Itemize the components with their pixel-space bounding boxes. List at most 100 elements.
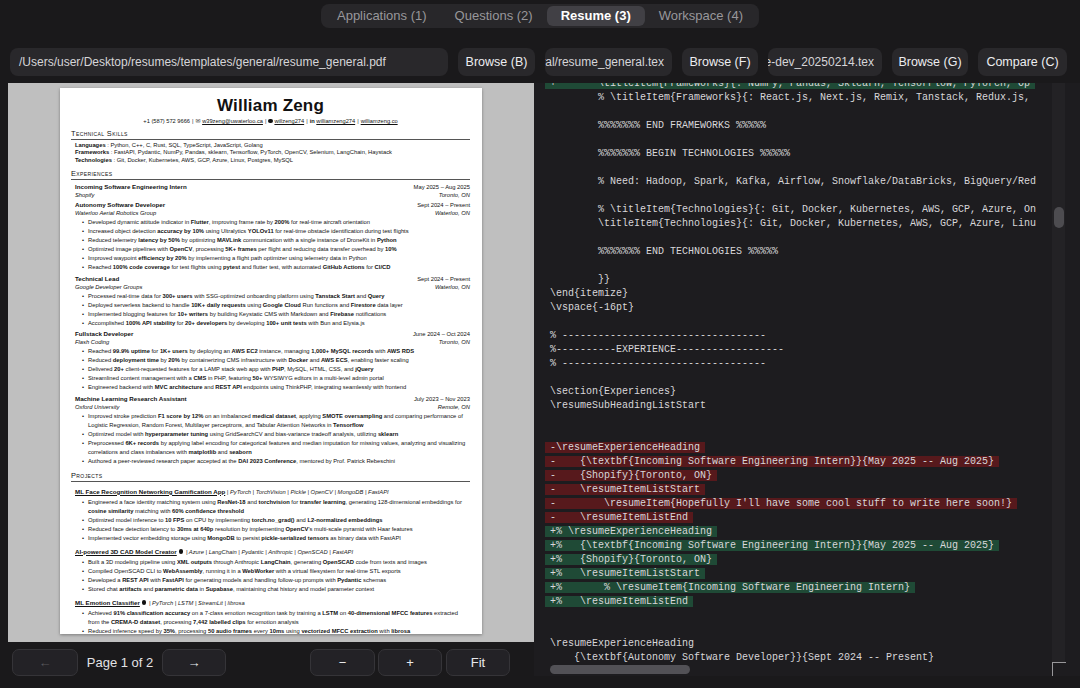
code-line: + \titleItem{Frameworks}{: NumPy, Pandas… — [534, 83, 1036, 91]
zoom-in-button[interactable]: + — [378, 649, 442, 676]
tex-path-input[interactable]: eral/resume_general.tex — [545, 48, 672, 76]
bullet-item: Implemented vector embedding storage usi… — [88, 534, 470, 543]
entry-org: Google Developer Groups — [75, 283, 142, 291]
horizontal-scrollbar[interactable] — [534, 663, 1052, 676]
diff-added-line: +% \resumeExperienceHeading — [545, 526, 717, 537]
code-line: +% {\textbf{Incoming Software Engineerin… — [534, 539, 1036, 553]
code-line: % ---------------------------------- — [534, 329, 1036, 343]
pdf-viewer-pane[interactable]: William Zeng+1 (587) 572 9666|✉ w39zeng@… — [8, 83, 534, 642]
code-line: % \titleItem{Technologies}{: Git, Docker… — [534, 203, 1036, 217]
diff-added-line: +% % \resumeItem{Incoming Software Engin… — [545, 582, 915, 593]
code-editor-pane[interactable]: + \titleItem{Frameworks}{: NumPy, Pandas… — [534, 83, 1080, 676]
code-line: +% \resumeItemListEnd — [534, 595, 1036, 609]
linkedin-icon: in — [310, 118, 315, 124]
code-line — [534, 609, 1036, 623]
tab-applications-1-[interactable]: Applications (1) — [323, 6, 441, 26]
github-icon — [268, 119, 273, 124]
code-line: +% \resumeExperienceHeading — [534, 525, 1036, 539]
entry-location: Remote, ON — [438, 403, 470, 411]
bullet-item: Increased object detection accuracy by 1… — [88, 227, 470, 236]
entry-location: Waterloo, ON — [435, 283, 470, 291]
section-title-experiences: Experiences — [71, 169, 470, 180]
code-line — [534, 413, 1036, 427]
resume-page: William Zeng+1 (587) 572 9666|✉ w39zeng@… — [60, 88, 482, 634]
bullet-item: Reduced deployment time by 20% by contai… — [88, 356, 470, 365]
code-line: +% % \resumeItem{Incoming Software Engin… — [534, 581, 1036, 595]
tab-resume-3-[interactable]: Resume (3) — [547, 6, 645, 26]
code-line: }} — [534, 273, 1036, 287]
bullet-item: Built a 3D modeling pipeline using XML o… — [88, 558, 470, 567]
project-name[interactable]: ML Emotion Classifier — [75, 599, 140, 606]
code-line — [534, 371, 1036, 385]
project-tech: | PyTorch | LSTM | StreamLit | librosa — [147, 600, 244, 606]
bullet-item: Streamlined content management with a CM… — [88, 374, 470, 383]
contact-text: +1 (587) 572 9666 — [143, 118, 190, 124]
bullet-item: Reached 100% code coverage for test flig… — [88, 263, 470, 272]
bullet-item: Authored a peer-reviewed research paper … — [88, 457, 470, 466]
diff-removed-line: - \resumeItem{Hopefully I'll have some c… — [545, 498, 1017, 509]
entry-bullets: Processed real-time data for 300+ users … — [75, 292, 470, 328]
experience-entry: Technical Lead Sept 2024 – Present Google … — [75, 275, 470, 328]
entry-subheading: Oxford UniversityRemote, ON — [75, 403, 470, 411]
project-heading: ML Emotion Classifier | PyTorch | LSTM |… — [75, 595, 470, 608]
fit-button[interactable]: Fit — [446, 649, 510, 676]
contact-link[interactable]: williamzeng.co — [361, 118, 398, 124]
bullet-item: Engineered backend with MVC architecture… — [88, 383, 470, 392]
experience-entry: Fullstack DeveloperJune 2024 – Oct 2024F… — [75, 330, 470, 392]
browse-tex-button[interactable]: Browse (F) — [682, 48, 758, 76]
scrollbar-corner — [1052, 662, 1066, 676]
bullet-item: Accomplished 100% API stability for 20+ … — [88, 319, 470, 328]
bullet-item: Preprocessed 6K+ records by applying lab… — [88, 439, 470, 457]
page-indicator: Page 1 of 2 — [81, 649, 159, 676]
code-line: \resumeSubHeadingListStart — [534, 399, 1036, 413]
contact-link[interactable]: willzeng274 — [274, 118, 304, 124]
section-title-technical-skills: Technical Skills — [71, 129, 470, 140]
code-line: \end{itemize} — [534, 287, 1036, 301]
pdf-path-input[interactable]: /Users/user/Desktop/resumes/templates/ge… — [10, 48, 448, 76]
code-line: %----------EXPERIENCE------------------ — [534, 343, 1036, 357]
entry-subheading: Waterloo Aerial Robotics GroupWaterloo, … — [75, 209, 470, 217]
code-line: +% {Shopify}{Toronto, ON} — [534, 553, 1036, 567]
browse-pdf-button[interactable]: Browse (B) — [458, 48, 535, 76]
browse-compare-button[interactable]: Browse (G) — [892, 48, 968, 76]
vertical-scrollbar-thumb[interactable] — [1054, 207, 1064, 228]
compare-path-input[interactable]: ence-dev_20250214.tex — [768, 48, 882, 76]
compare-button[interactable]: Compare (C) — [978, 48, 1067, 76]
entry-date: Sept 2024 – Present — [417, 275, 470, 283]
code-line — [534, 231, 1036, 245]
prev-page-button[interactable]: ← — [12, 649, 78, 676]
latex-source[interactable]: + \titleItem{Frameworks}{: NumPy, Pandas… — [534, 83, 1036, 665]
resume-contact: +1 (587) 572 9666|✉ w39zeng@uwaterloo.ca… — [71, 117, 470, 124]
contact-link[interactable]: w39zeng@uwaterloo.ca — [202, 118, 263, 124]
code-line: % ---------------------------------- — [534, 357, 1036, 371]
project-bullets: Achieved 91% classification accuracy on … — [75, 609, 470, 634]
project-name[interactable]: AI-powered 3D CAD Model Creator — [75, 548, 177, 555]
diff-added-line: +% {Shopify}{Toronto, ON} — [545, 554, 717, 565]
file-toolbar: /Users/user/Desktop/resumes/templates/ge… — [10, 48, 1067, 76]
code-line: +% \resumeItemListStart — [534, 567, 1036, 581]
code-line: \resumeExperienceHeading — [534, 637, 1036, 651]
project-tech: | PyTorch | TorchVision | Pickle | OpenC… — [225, 489, 388, 495]
tab-questions-2-[interactable]: Questions (2) — [441, 6, 547, 26]
bullet-item: Processed real-time data for 300+ users … — [88, 292, 470, 301]
entry-date: June 2024 – Oct 2024 — [413, 330, 470, 338]
project-tech: | Azure | LangChain | Pydantic | Anthrop… — [184, 549, 353, 555]
bullet-item: Stored chat artifacts and parametric dat… — [88, 585, 470, 594]
diff-removed-line: - {\textbf{Incoming Software Engineering… — [545, 456, 999, 467]
code-line — [534, 105, 1036, 119]
entry-location: Waterloo, ON — [435, 209, 470, 217]
tab-workspace-4-[interactable]: Workspace (4) — [645, 6, 757, 26]
vertical-scrollbar[interactable] — [1052, 83, 1065, 662]
section-title-projects: Projects — [71, 471, 470, 482]
diff-added-line: + \titleItem{Frameworks}{: NumPy, Pandas… — [545, 83, 1035, 89]
project-entry: ML Face Recognition Networking Gamificat… — [75, 484, 470, 543]
next-page-button[interactable]: → — [162, 649, 226, 676]
horizontal-scrollbar-thumb[interactable] — [550, 665, 690, 674]
contact-link[interactable]: williamzeng274 — [316, 118, 355, 124]
code-line: % \titleItem{Frameworks}{: React.js, Nex… — [534, 91, 1036, 105]
project-name[interactable]: ML Face Recognition Networking Gamificat… — [75, 488, 225, 495]
bullet-item: Reached 99.9% uptime for 1K+ users by de… — [88, 347, 470, 356]
zoom-out-button[interactable]: − — [310, 649, 375, 676]
code-line: - \resumeItemListEnd — [534, 511, 1036, 525]
entry-title: Technical Lead — [75, 275, 119, 283]
